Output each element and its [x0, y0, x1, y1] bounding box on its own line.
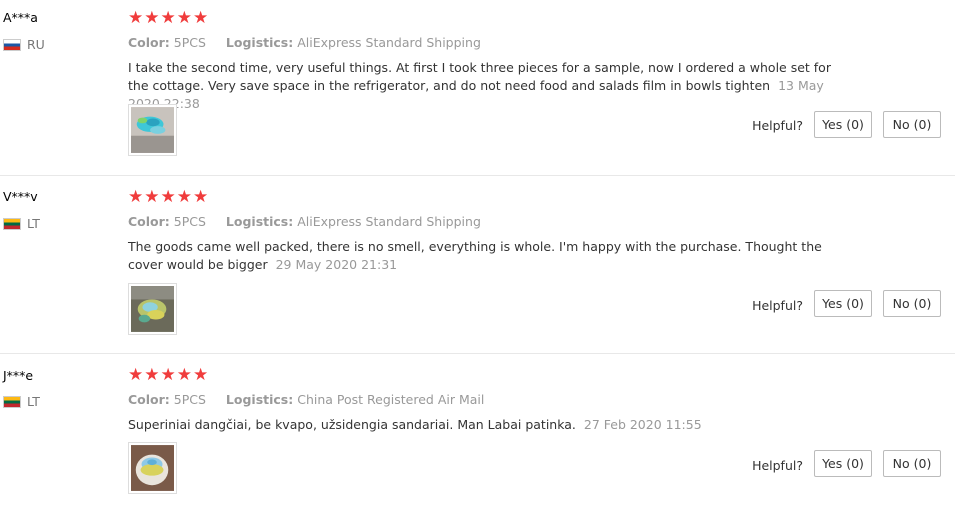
star-rating: ★★★★★: [128, 365, 210, 385]
country-code: LT: [27, 216, 40, 231]
order-info: Color: 5PCS Logistics: AliExpress Standa…: [128, 35, 481, 50]
photo-image-icon: [131, 445, 174, 491]
helpful-no-button[interactable]: No (0): [883, 111, 941, 138]
reviewer-country: LT: [3, 394, 40, 409]
logistics-value: AliExpress Standard Shipping: [297, 214, 481, 229]
helpful-yes-button[interactable]: Yes (0): [814, 111, 872, 138]
helpful-label: Helpful?: [752, 118, 803, 133]
russia-flag-icon: [3, 38, 21, 51]
lithuania-flag-icon: [3, 395, 21, 408]
reviewer-country: RU: [3, 37, 45, 52]
color-label: Color:: [128, 214, 170, 229]
helpful-no-button[interactable]: No (0): [883, 450, 941, 477]
reviewer-name: V***v: [3, 189, 38, 204]
reviewer-country: LT: [3, 216, 40, 231]
color-value: 5PCS: [173, 35, 206, 50]
review-photo-thumbnail[interactable]: [128, 283, 177, 335]
review-date: 27 Feb 2020 11:55: [583, 417, 702, 432]
helpful-yes-button[interactable]: Yes (0): [814, 450, 872, 477]
review-body: The goods came well packed, there is no …: [128, 239, 822, 272]
photo-image-icon: [131, 107, 174, 153]
color-label: Color:: [128, 392, 170, 407]
helpful-label: Helpful?: [752, 458, 803, 473]
color-value: 5PCS: [173, 214, 206, 229]
review-photo-thumbnail[interactable]: [128, 442, 177, 494]
country-code: RU: [27, 37, 45, 52]
review-text: I take the second time, very useful thin…: [128, 59, 843, 113]
review-photo-thumbnail[interactable]: [128, 104, 177, 156]
reviewer-name: A***a: [3, 10, 38, 25]
order-info: Color: 5PCS Logistics: China Post Regist…: [128, 392, 484, 407]
helpful-no-button[interactable]: No (0): [883, 290, 941, 317]
review-item: J***e LT ★★★★★ Color: 5PCS Logistics: Ch…: [0, 353, 955, 506]
review-text: The goods came well packed, there is no …: [128, 238, 843, 274]
helpful-label: Helpful?: [752, 298, 803, 313]
review-item: V***v LT ★★★★★ Color: 5PCS Logistics: Al…: [0, 175, 955, 353]
country-code: LT: [27, 394, 40, 409]
review-item: A***a RU ★★★★★ Color: 5PCS Logistics: Al…: [0, 0, 955, 175]
review-text: Superiniai dangčiai, be kvapo, užsidengi…: [128, 416, 843, 434]
logistics-value: China Post Registered Air Mail: [297, 392, 485, 407]
star-rating: ★★★★★: [128, 187, 210, 207]
logistics-label: Logistics:: [225, 35, 294, 50]
review-body: Superiniai dangčiai, be kvapo, užsidengi…: [128, 417, 576, 432]
color-label: Color:: [128, 35, 170, 50]
logistics-label: Logistics:: [225, 392, 294, 407]
logistics-value: AliExpress Standard Shipping: [297, 35, 481, 50]
logistics-label: Logistics:: [225, 214, 294, 229]
reviewer-name: J***e: [3, 368, 34, 383]
lithuania-flag-icon: [3, 217, 21, 230]
review-body: I take the second time, very useful thin…: [128, 60, 831, 93]
helpful-yes-button[interactable]: Yes (0): [814, 290, 872, 317]
order-info: Color: 5PCS Logistics: AliExpress Standa…: [128, 214, 481, 229]
color-value: 5PCS: [173, 392, 206, 407]
review-date: 29 May 2020 21:31: [275, 257, 398, 272]
star-rating: ★★★★★: [128, 8, 210, 28]
photo-image-icon: [131, 286, 174, 332]
